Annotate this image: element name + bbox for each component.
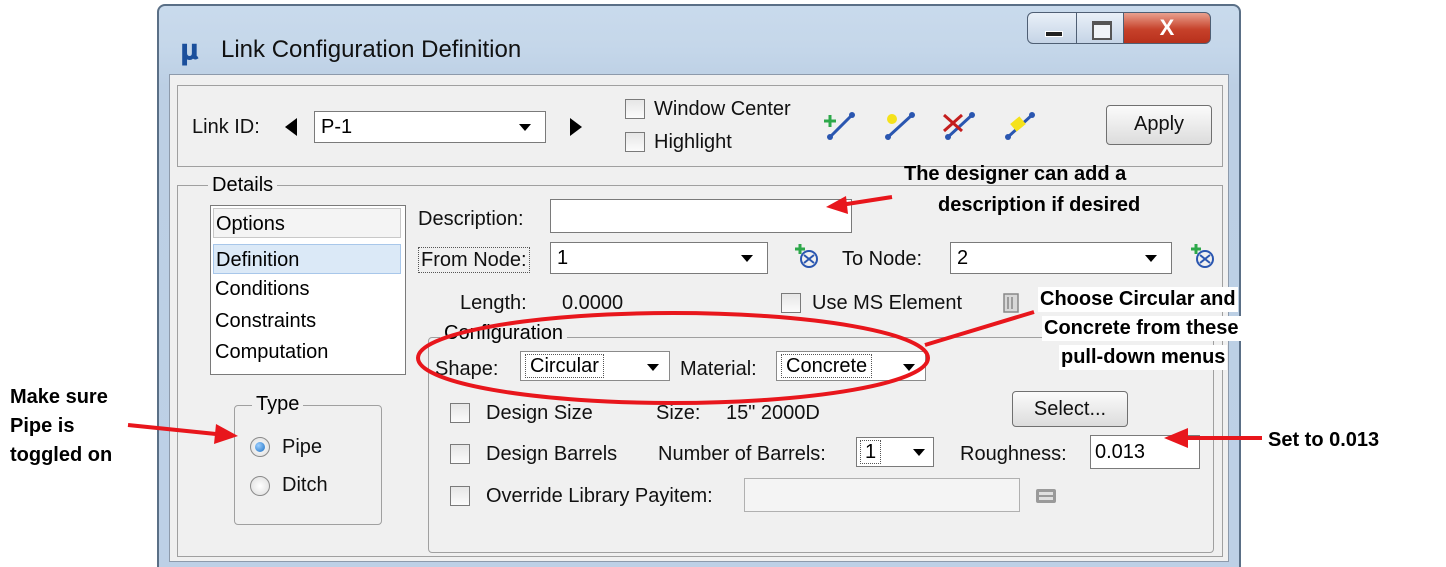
roughness-arrowhead — [1164, 428, 1188, 448]
pipe-arrow — [127, 423, 217, 436]
description-arrowhead — [826, 196, 848, 214]
choose-note-connector — [924, 310, 1035, 347]
annotation-overlay — [127, 195, 1262, 448]
pipe-arrowhead — [214, 424, 238, 444]
shape-material-highlight — [416, 311, 930, 405]
